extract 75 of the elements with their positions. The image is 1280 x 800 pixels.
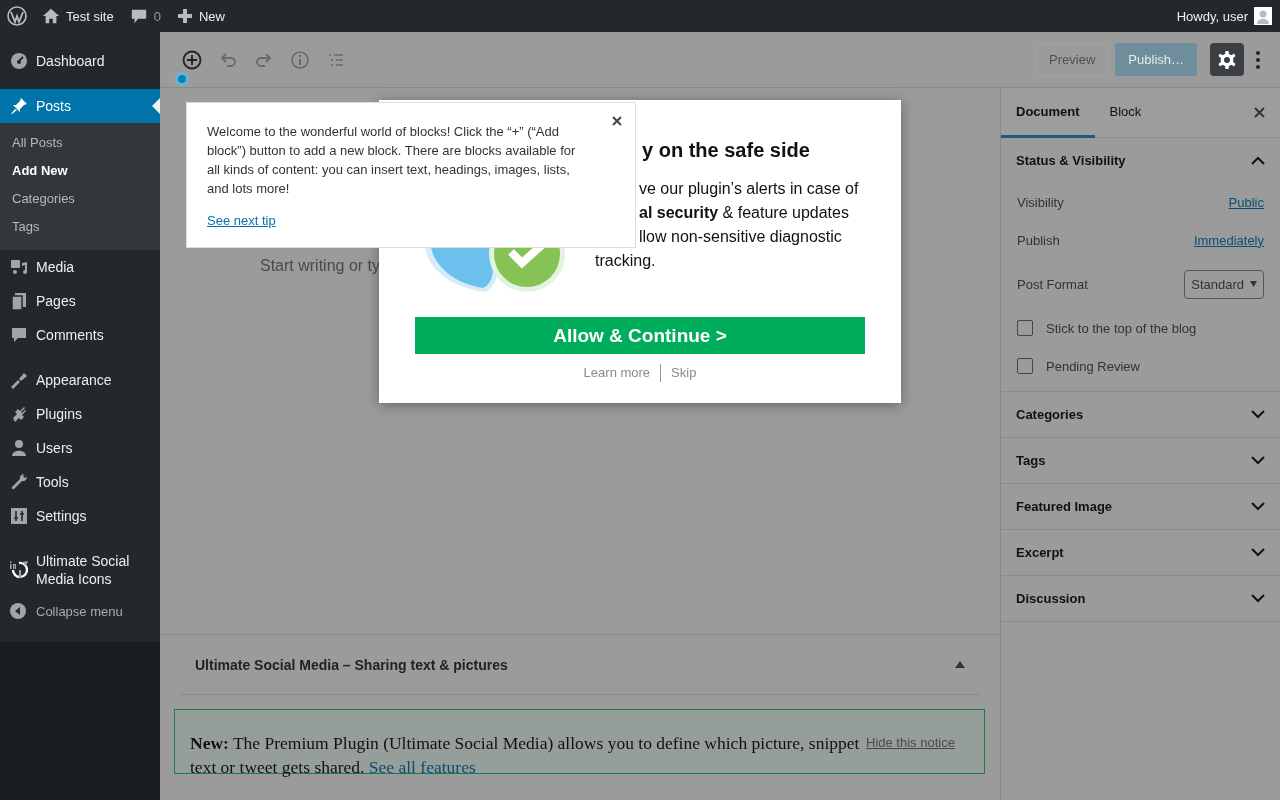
chevron-down-icon[interactable]	[1251, 548, 1265, 557]
speech-bubble-icon	[9, 325, 29, 345]
modal-heading: y on the safe side	[642, 138, 810, 162]
panel-title[interactable]: Discussion	[1016, 591, 1086, 606]
account-link[interactable]: Howdy, user	[1176, 0, 1280, 32]
new-link[interactable]: New	[168, 0, 233, 32]
tip-text: Welcome to the wonderful world of blocks! Click the “+” (“Add block”) button to add a new block. There are blocks available for all kinds of content: you can insert text, headings, images, lists, and lots more!	[207, 123, 577, 198]
home-icon	[42, 7, 60, 25]
field-label: Post Format	[1017, 276, 1088, 292]
chevron-down-icon[interactable]	[1251, 456, 1265, 465]
field-label: Visibility	[1017, 194, 1064, 210]
close-icon[interactable]	[612, 116, 622, 126]
settings-button[interactable]	[1210, 43, 1244, 76]
chevron-down-icon[interactable]	[1251, 502, 1265, 511]
panel-title[interactable]: Status & Visibility	[1016, 153, 1126, 168]
metabox-title: Ultimate Social Media – Sharing text & pictures	[195, 656, 508, 673]
pushpin-icon	[9, 96, 29, 116]
menu-item[interactable]: Tools	[0, 465, 160, 499]
collapse-icon	[10, 603, 26, 619]
submenu-item[interactable]: All Posts	[0, 129, 160, 157]
checkbox-label: Pending Review	[1046, 358, 1140, 374]
comments-link[interactable]: 0	[121, 0, 169, 32]
menu-item[interactable]: Settings	[0, 499, 160, 533]
menu-item[interactable]: Ultimate Social Media Icons	[0, 544, 160, 596]
modal-text: ve our plugin’s alerts in case of al security & feature updates llow non-sensitive diagnostic tracking.	[595, 179, 860, 271]
notice-text: New: The Premium Plugin (Ultimate Social Media) allows you to define which picture, snippet text or tweet gets shared. See all features	[190, 732, 861, 779]
sliders-icon	[9, 506, 29, 526]
panel-title[interactable]: Categories	[1016, 407, 1084, 422]
submenu-item[interactable]: Tags	[0, 213, 160, 241]
menu-item[interactable]: Users	[0, 431, 160, 465]
modal-link[interactable]: Learn more	[573, 364, 661, 382]
menu-item[interactable]: Plugins	[0, 397, 160, 431]
more-options-icon[interactable]	[1256, 50, 1260, 69]
checkbox-label: Stick to the top of the blog	[1046, 320, 1197, 336]
sidebar-tab[interactable]: Document	[1001, 88, 1095, 138]
person-icon	[9, 438, 29, 458]
paintbrush-icon	[9, 370, 29, 390]
next-tip-link[interactable]: See next tip	[207, 211, 276, 230]
panel-title[interactable]: Tags	[1016, 453, 1046, 468]
pages-icon	[9, 291, 29, 311]
wrench-icon	[9, 472, 29, 492]
panel-title[interactable]: Featured Image	[1016, 499, 1113, 514]
panel-title[interactable]: Excerpt	[1016, 545, 1064, 560]
speech-bubble-icon	[129, 7, 148, 25]
modal-link[interactable]: Skip	[660, 364, 707, 382]
menu-item[interactable]: Posts	[0, 89, 160, 123]
post-format-dropdown[interactable]: Standard	[1184, 269, 1264, 299]
collapse-triangle-icon[interactable]	[955, 661, 965, 668]
dashboard-icon	[9, 51, 29, 71]
submenu-item[interactable]: Add New	[0, 157, 160, 185]
menu-item[interactable]: Comments	[0, 318, 160, 352]
close-icon[interactable]	[1254, 107, 1265, 118]
settings-icon	[1217, 49, 1237, 70]
menu-item[interactable]: Appearance	[0, 363, 160, 397]
checkbox[interactable]	[1017, 358, 1033, 374]
chevron-down-icon[interactable]	[1251, 410, 1265, 419]
add-block-icon[interactable]	[182, 49, 202, 70]
chevron-down-icon[interactable]	[1251, 594, 1265, 603]
comment-count: 0	[153, 8, 161, 24]
menu-item[interactable]: Media	[0, 250, 160, 284]
menu-item[interactable]: Pages	[0, 284, 160, 318]
menu-item[interactable]: Dashboard	[0, 44, 160, 78]
sidebar-tab[interactable]: Block	[1094, 88, 1157, 138]
tip-beacon-icon	[178, 75, 186, 83]
collapse-menu-button[interactable]: Collapse menu	[0, 598, 123, 624]
social-icons-icon	[9, 560, 29, 580]
plus-icon	[176, 8, 193, 24]
submenu-item[interactable]: Categories	[0, 185, 160, 213]
field-label: Publish	[1017, 232, 1060, 248]
site-link[interactable]: Test site	[34, 0, 122, 32]
avatar-silhouette	[1254, 7, 1272, 25]
dropdown-arrow-icon	[1250, 281, 1257, 287]
chevron-up-icon[interactable]	[1251, 156, 1265, 165]
media-icon	[9, 257, 29, 277]
checkbox[interactable]	[1017, 320, 1033, 336]
